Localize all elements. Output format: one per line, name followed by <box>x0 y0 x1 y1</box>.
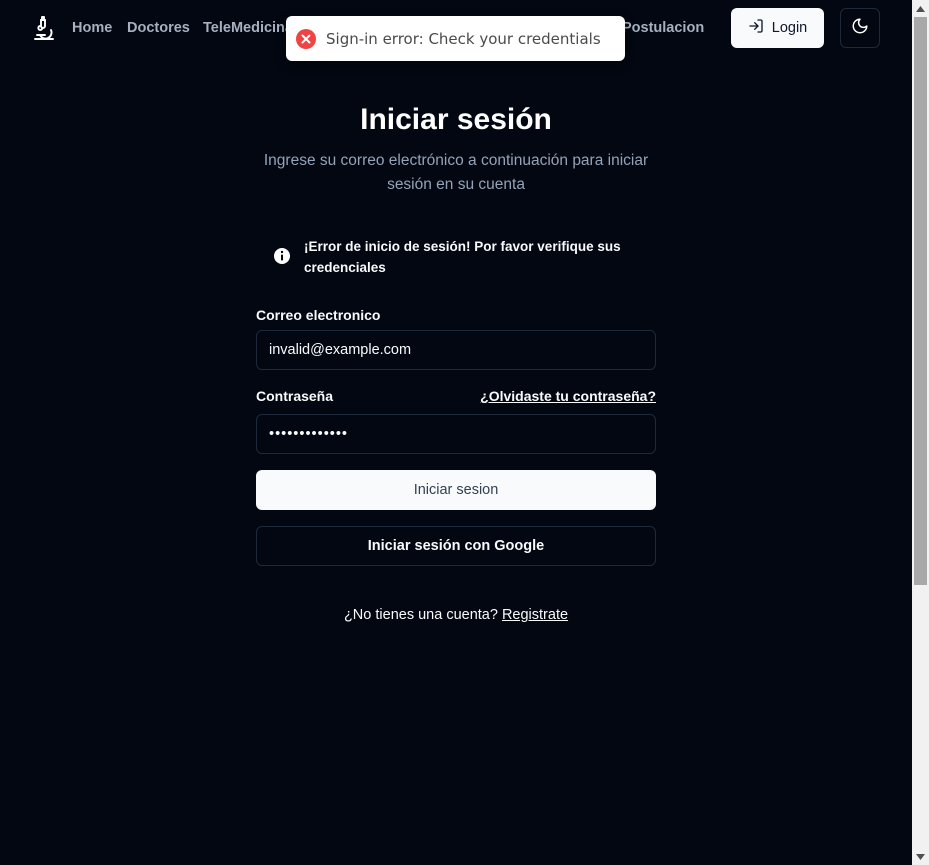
toast-message: Sign-in error: Check your credentials <box>326 29 601 48</box>
signup-link[interactable]: Registrate <box>502 607 568 623</box>
theme-toggle-button[interactable] <box>840 8 880 48</box>
google-signin-button[interactable]: Iniciar sesión con Google <box>256 526 656 566</box>
nav-link-home[interactable]: Home <box>72 19 112 37</box>
password-field[interactable] <box>256 414 656 454</box>
login-icon <box>748 18 764 38</box>
microscope-icon[interactable] <box>32 15 56 41</box>
scroll-up-arrow-icon[interactable] <box>912 0 929 17</box>
submit-button[interactable]: Iniciar sesion <box>256 470 656 510</box>
nav-link-postulacion[interactable]: Postulacion <box>622 19 704 37</box>
login-button[interactable]: Login <box>731 8 824 48</box>
email-field[interactable] <box>256 330 656 370</box>
email-label: Correo electronico <box>256 307 381 323</box>
vertical-scrollbar[interactable] <box>912 0 929 865</box>
page-title: Iniciar sesión <box>360 103 552 136</box>
scrollbar-thumb[interactable] <box>914 17 927 585</box>
error-circle-icon <box>296 28 316 49</box>
error-toast: Sign-in error: Check your credentials <box>286 16 625 61</box>
page-subtitle: Ingrese su correo electrónico a continua… <box>263 152 649 193</box>
signup-prompt: ¿No tienes una cuenta? Registrate <box>0 607 912 623</box>
password-label: Contraseña <box>256 388 334 404</box>
page: Home Doctores TeleMedicina Postulacion L… <box>0 0 912 865</box>
forgot-password-link[interactable]: ¿Olvidaste tu contraseña? <box>480 388 656 404</box>
error-alert: ¡Error de inicio de sesión! Por favor ve… <box>272 236 662 280</box>
info-icon <box>273 247 291 265</box>
moon-icon <box>851 17 869 40</box>
nav-link-doctores[interactable]: Doctores <box>127 19 190 37</box>
signup-text: ¿No tienes una cuenta? <box>343 607 498 623</box>
scroll-down-arrow-icon[interactable] <box>912 848 929 865</box>
nav-link-telemedicina[interactable]: TeleMedicina <box>203 19 293 37</box>
login-label: Login <box>771 20 808 36</box>
alert-message: ¡Error de inicio de sesión! Por favor ve… <box>304 239 621 275</box>
